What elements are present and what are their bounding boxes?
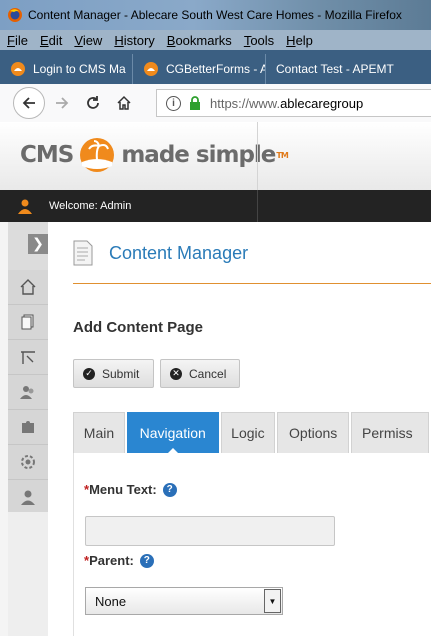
welcome-divider bbox=[257, 190, 258, 222]
menu-view[interactable]: View bbox=[74, 33, 108, 48]
user-icon bbox=[21, 490, 35, 505]
home-icon bbox=[117, 95, 131, 110]
arrow-right-icon bbox=[56, 97, 69, 109]
home-button[interactable] bbox=[110, 89, 138, 117]
arrow-left-icon bbox=[22, 97, 35, 109]
document-icon bbox=[73, 240, 93, 266]
users-icon bbox=[20, 386, 34, 399]
home-icon bbox=[20, 279, 36, 295]
firefox-icon bbox=[8, 8, 22, 22]
check-icon: ✓ bbox=[83, 367, 95, 380]
help-icon[interactable]: ? bbox=[162, 482, 177, 497]
sidebar-item-extensions[interactable] bbox=[8, 410, 48, 445]
parent-select[interactable]: None ▼ bbox=[85, 587, 283, 615]
sidebar-item-users[interactable] bbox=[8, 375, 48, 410]
content-tabs: Main Navigation Logic Options Permiss bbox=[73, 411, 431, 454]
pages-icon bbox=[21, 314, 34, 330]
puzzle-icon bbox=[22, 421, 34, 433]
main-content: Content Manager Add Content Page ✓ Submi… bbox=[48, 222, 431, 636]
cms-favicon-icon bbox=[144, 62, 158, 76]
browser-tab-contact-test[interactable]: Contact Test - APEMT bbox=[266, 54, 406, 84]
close-icon: ✕ bbox=[170, 367, 182, 380]
url-text: https://www.ablecaregroup bbox=[210, 95, 364, 111]
admin-sidebar: ❯ bbox=[8, 222, 48, 636]
menu-history[interactable]: History bbox=[114, 33, 160, 48]
sidebar-item-content[interactable] bbox=[8, 305, 48, 340]
sidebar-item-home[interactable] bbox=[8, 270, 48, 305]
page-title: Content Manager bbox=[109, 242, 249, 263]
reload-button[interactable] bbox=[79, 89, 107, 117]
tab-logic[interactable]: Logic bbox=[220, 412, 276, 453]
welcome-text: Welcome: Admin bbox=[49, 200, 132, 212]
menu-text-input[interactable] bbox=[85, 516, 335, 546]
tab-main[interactable]: Main bbox=[73, 412, 125, 453]
user-icon bbox=[18, 199, 32, 214]
info-icon[interactable]: i bbox=[166, 95, 181, 111]
menu-edit[interactable]: Edit bbox=[40, 33, 68, 48]
cancel-button[interactable]: ✕ Cancel bbox=[160, 359, 240, 388]
tab-navigation[interactable]: Navigation bbox=[126, 412, 219, 454]
menu-bookmarks[interactable]: Bookmarks bbox=[167, 33, 238, 48]
sidebar-item-my-preferences[interactable] bbox=[8, 480, 48, 515]
help-icon[interactable]: ? bbox=[139, 553, 154, 568]
page-subtitle: Add Content Page bbox=[73, 319, 203, 336]
gear-icon bbox=[21, 455, 35, 469]
header-divider bbox=[257, 122, 258, 190]
parent-select-value: None bbox=[95, 593, 127, 609]
browser-tab-strip: Login to CMS Ma CGBetterForms - A Contac… bbox=[0, 50, 431, 84]
forward-button[interactable] bbox=[48, 89, 76, 117]
cms-logo[interactable]: CMS made simple TM bbox=[20, 136, 289, 174]
cms-header: CMS made simple TM bbox=[0, 122, 431, 191]
lock-icon bbox=[190, 96, 200, 110]
reload-icon bbox=[87, 96, 99, 109]
submit-button[interactable]: ✓ Submit bbox=[73, 359, 154, 388]
sidebar-item-settings[interactable] bbox=[8, 445, 48, 480]
menu-file[interactable]: File bbox=[7, 33, 34, 48]
tab-permissions[interactable]: Permiss bbox=[351, 412, 430, 453]
nav-toolbar: i https://www.ablecaregroup bbox=[0, 84, 431, 123]
window-title-bar: Content Manager - Ablecare South West Ca… bbox=[0, 0, 431, 30]
sidebar-bottom bbox=[8, 512, 48, 636]
tab-options[interactable]: Options bbox=[277, 412, 350, 453]
tab-body: * Menu Text: ? * Parent: ? None ▼ bbox=[73, 453, 431, 636]
back-button[interactable] bbox=[13, 87, 45, 119]
url-bar[interactable]: i https://www.ablecaregroup bbox=[156, 89, 431, 117]
browser-tab-cgbetterforms[interactable]: CGBetterForms - A bbox=[133, 54, 266, 84]
welcome-bar: Welcome: Admin bbox=[0, 190, 431, 222]
left-edge bbox=[0, 222, 8, 636]
parent-label: * Parent: ? bbox=[84, 553, 154, 568]
window-title: Content Manager - Ablecare South West Ca… bbox=[28, 8, 402, 22]
browser-tab-login[interactable]: Login to CMS Ma bbox=[0, 54, 133, 84]
sidebar-toggle-button[interactable]: ❯ bbox=[28, 234, 48, 254]
page-header: Content Manager bbox=[72, 240, 248, 266]
menu-help[interactable]: Help bbox=[286, 33, 319, 48]
chevron-down-icon: ▼ bbox=[264, 589, 281, 613]
menu-bar: File Edit View History Bookmarks Tools H… bbox=[0, 30, 431, 50]
cms-favicon-icon bbox=[11, 62, 25, 76]
title-divider bbox=[73, 283, 431, 284]
sidebar-item-layout[interactable] bbox=[8, 340, 48, 375]
menu-text-label: * Menu Text: ? bbox=[84, 482, 177, 497]
menu-tools[interactable]: Tools bbox=[244, 33, 280, 48]
island-sun-logo-icon bbox=[80, 138, 115, 172]
pencil-ruler-icon bbox=[21, 351, 35, 364]
